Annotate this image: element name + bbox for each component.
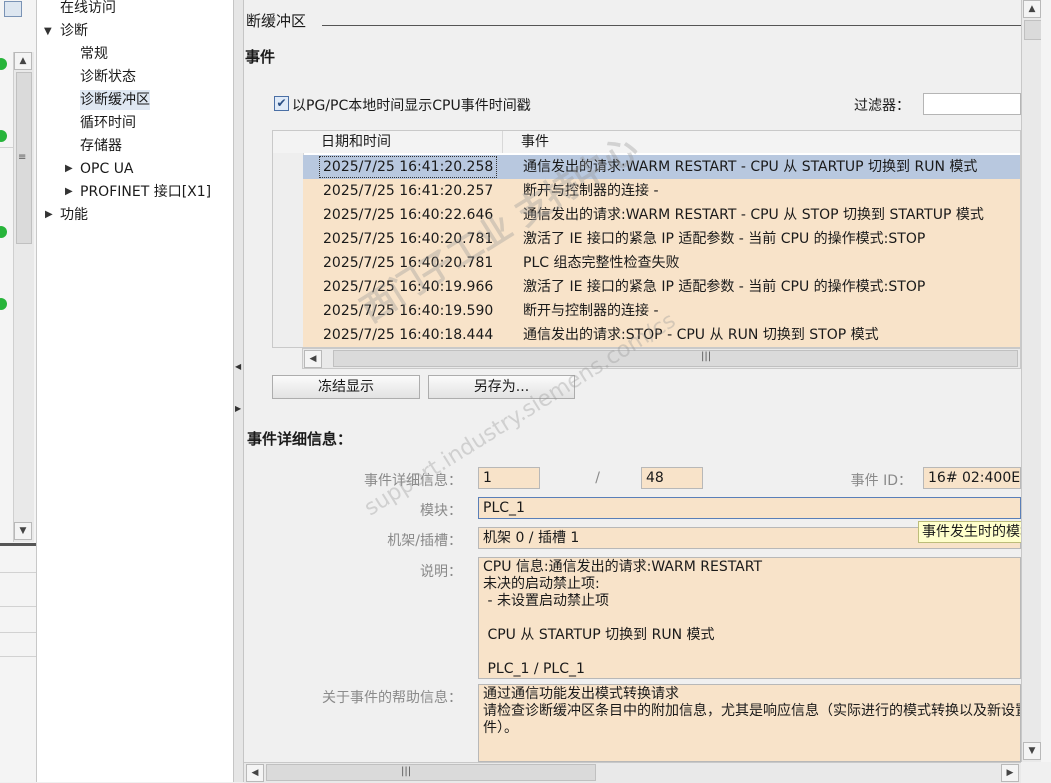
- divider: [0, 572, 36, 573]
- scroll-down-icon[interactable]: ▼: [14, 522, 32, 540]
- status-ok-icon: [0, 298, 7, 310]
- freeze-display-button[interactable]: 冻结显示: [272, 375, 420, 399]
- nav-diagnostic-buffer[interactable]: 诊断缓冲区: [80, 90, 150, 110]
- scroll-right-icon[interactable]: ▶: [1001, 764, 1019, 782]
- row-header-column: [273, 153, 304, 347]
- nav-diagnostics[interactable]: 诊断: [60, 21, 88, 41]
- nav-diagnostic-status[interactable]: 诊断状态: [80, 67, 136, 87]
- event-id-field: 16# 02:400E: [923, 467, 1021, 489]
- table-horizontal-scrollbar[interactable]: ◀ |||: [302, 348, 1021, 369]
- event-id-label: 事件 ID：: [850, 473, 912, 489]
- left-panel-strip: ▲ ≡ ▼: [0, 0, 37, 782]
- right-edge-panel: [1041, 0, 1051, 762]
- divider: [0, 606, 36, 607]
- expanded-arrow-icon[interactable]: ▼: [44, 26, 52, 37]
- status-ok-icon: [0, 58, 7, 70]
- divider: [0, 147, 13, 148]
- filter-input[interactable]: [923, 93, 1021, 115]
- status-ok-icon: [0, 130, 7, 142]
- scroll-left-icon[interactable]: ◀: [304, 350, 322, 368]
- event-help-label: 关于事件的帮助信息：: [322, 690, 462, 706]
- navigation-tree: 在线访问 ▼ 诊断 常规 诊断状态 诊断缓冲区 循环时间 存储器 ▶ OPC U…: [37, 0, 233, 782]
- expand-right-icon[interactable]: ▶: [235, 404, 241, 413]
- divider: [0, 543, 36, 546]
- scroll-down-icon[interactable]: ▼: [1023, 742, 1041, 760]
- grip-icon: |||: [701, 351, 712, 362]
- scroll-up-icon[interactable]: ▲: [1023, 0, 1041, 18]
- filter-label: 过滤器：: [854, 98, 910, 114]
- nav-general[interactable]: 常规: [80, 44, 108, 64]
- row-event: 通信发出的请求:STOP - CPU 从 RUN 切换到 STOP 模式: [523, 327, 879, 343]
- timestamp-checkbox[interactable]: ✔: [274, 96, 289, 111]
- scroll-thumb[interactable]: [266, 764, 596, 781]
- status-ok-icon: [0, 226, 7, 238]
- nav-opc-ua[interactable]: OPC UA: [80, 159, 134, 179]
- panel-splitter[interactable]: ◀ ▶: [233, 0, 244, 782]
- row-event: 断开与控制器的连接 -: [523, 303, 659, 319]
- timestamp-checkbox-label: 以PG/PC本地时间显示CPU事件时间戳: [292, 98, 531, 114]
- nav-functions[interactable]: 功能: [60, 205, 88, 225]
- row-event: 通信发出的请求:WARM RESTART - CPU 从 STOP 切换到 ST…: [523, 207, 984, 223]
- scroll-thumb[interactable]: [1024, 20, 1042, 40]
- row-event: 激活了 IE 接口的紧急 IP 适配参数 - 当前 CPU 的操作模式:STOP: [523, 231, 926, 247]
- table-row[interactable]: 2025/7/25 16:40:20.781 激活了 IE 接口的紧急 IP 适…: [303, 227, 1020, 251]
- event-details-title: 事件详细信息：: [247, 430, 353, 448]
- section-header: 断缓冲区: [246, 12, 307, 30]
- row-datetime: 2025/7/25 16:41:20.257: [323, 183, 494, 199]
- table-row[interactable]: 2025/7/25 16:40:22.646 通信发出的请求:WARM REST…: [303, 203, 1020, 227]
- nav-online-access[interactable]: 在线访问: [60, 0, 116, 18]
- description-label: 说明：: [420, 564, 462, 580]
- header-rule: [322, 25, 1021, 26]
- detail-total-field: 48: [641, 467, 703, 489]
- row-event: PLC 组态完整性检查失败: [523, 255, 680, 271]
- nav-profinet-interface[interactable]: PROFINET 接口[X1]: [80, 182, 211, 202]
- divider: [0, 632, 36, 633]
- main-horizontal-scrollbar[interactable]: ◀ ||| ▶: [244, 762, 1021, 783]
- collapsed-arrow-icon[interactable]: ▶: [65, 186, 73, 197]
- rack-slot-label: 机架/插槽：: [387, 533, 462, 549]
- description-field[interactable]: CPU 信息:通信发出的请求:WARM RESTART 未决的启动禁止项: - …: [478, 557, 1021, 679]
- scroll-up-icon[interactable]: ▲: [14, 52, 32, 70]
- nav-memory[interactable]: 存储器: [80, 136, 122, 156]
- scroll-thumb[interactable]: [333, 350, 1018, 367]
- row-event: 激活了 IE 接口的紧急 IP 适配参数 - 当前 CPU 的操作模式:STOP: [523, 279, 926, 295]
- row-datetime: 2025/7/25 16:41:20.258: [319, 156, 498, 178]
- events-title: 事件: [245, 48, 276, 66]
- event-help-field[interactable]: 通过通信功能发出模式转换请求 请检查诊断缓冲区条目中的附加信息，尤其是响应信息（…: [478, 684, 1021, 762]
- left-vertical-scrollbar[interactable]: ▲ ≡ ▼: [13, 52, 34, 542]
- column-header-datetime[interactable]: 日期和时间: [303, 131, 503, 153]
- collapse-left-icon[interactable]: ◀: [235, 362, 241, 371]
- table-row[interactable]: 2025/7/25 16:41:20.258 通信发出的请求:WARM REST…: [303, 155, 1020, 179]
- collapsed-arrow-icon[interactable]: ▶: [65, 163, 73, 174]
- scroll-left-icon[interactable]: ◀: [246, 764, 264, 782]
- row-header-corner: [273, 131, 304, 153]
- divider: [0, 656, 36, 657]
- module-field[interactable]: PLC_1: [478, 497, 1021, 519]
- collapsed-arrow-icon[interactable]: ▶: [45, 209, 53, 220]
- nav-cycle-time[interactable]: 循环时间: [80, 113, 136, 133]
- grip-icon: |||: [401, 766, 412, 777]
- grip-icon: ≡: [18, 152, 27, 163]
- row-datetime: 2025/7/25 16:40:18.444: [323, 327, 494, 343]
- device-icon[interactable]: [4, 1, 22, 17]
- table-row[interactable]: 2025/7/25 16:41:20.257 断开与控制器的连接 -: [303, 179, 1020, 203]
- detail-separator: /: [595, 470, 600, 486]
- detail-index-field[interactable]: 1: [478, 467, 540, 489]
